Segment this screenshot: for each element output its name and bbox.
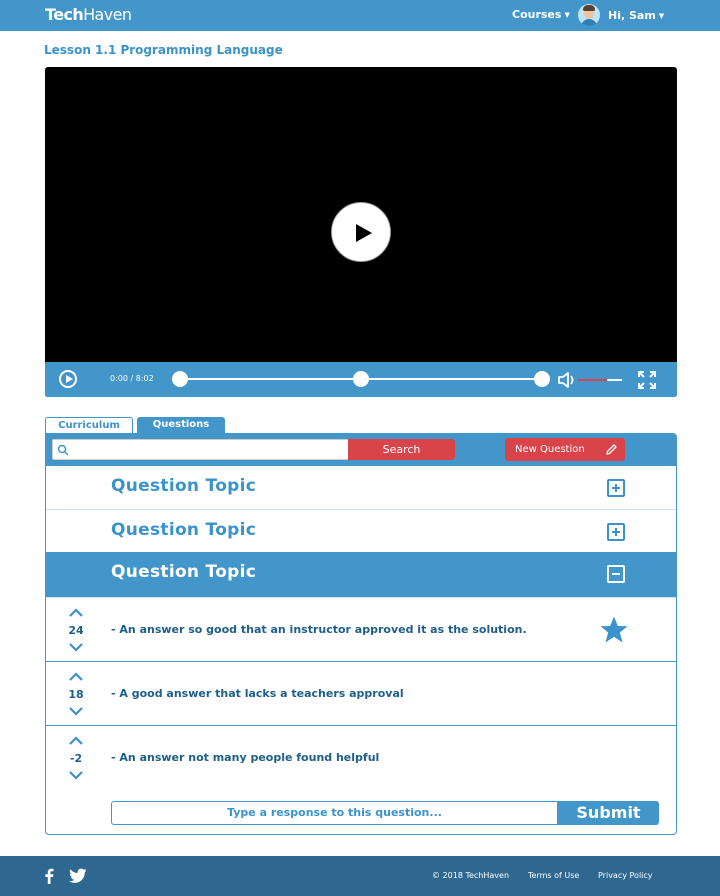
- logo[interactable]: TechHaven: [45, 5, 132, 24]
- topic-title: Question Topic: [111, 562, 257, 582]
- questions-panel: Search New Question Question Topic Quest…: [45, 433, 677, 835]
- fullscreen-icon[interactable]: [637, 370, 657, 390]
- facebook-icon[interactable]: [44, 868, 54, 884]
- logo-light: Haven: [83, 5, 132, 24]
- top-navbar: TechHaven Courses ▼ Hi, Sam ▼: [0, 0, 720, 31]
- buffer-marker: [353, 371, 369, 387]
- upvote-icon[interactable]: [69, 736, 83, 746]
- volume-level: [578, 379, 607, 381]
- plus-icon[interactable]: [607, 523, 625, 541]
- vote-count: 24: [68, 624, 84, 637]
- play-button[interactable]: [59, 370, 77, 388]
- big-play-button[interactable]: [331, 202, 391, 262]
- chevron-down-icon: ▼: [658, 12, 665, 20]
- privacy-link[interactable]: Privacy Policy: [598, 871, 653, 880]
- downvote-icon[interactable]: [69, 770, 83, 780]
- time-display: 0:00 / 8:02: [110, 374, 154, 383]
- logo-bold: Tech: [45, 5, 84, 24]
- upvote-icon[interactable]: [69, 672, 83, 682]
- greeting: Hi, Sam: [608, 9, 656, 22]
- plus-icon[interactable]: [607, 479, 625, 497]
- search-button[interactable]: Search: [348, 439, 455, 460]
- courses-label: Courses: [512, 8, 562, 21]
- video-controls: 0:00 / 8:02: [45, 362, 677, 397]
- vote-count: -2: [69, 752, 83, 765]
- question-topic[interactable]: Question Topic: [46, 466, 676, 510]
- answer-row: 24 - An answer so good that an instructo…: [46, 598, 676, 662]
- reply-input[interactable]: Type a response to this question...: [111, 801, 558, 825]
- topic-title: Question Topic: [111, 520, 257, 540]
- vote-control: 18: [64, 672, 88, 716]
- tab-curriculum[interactable]: Curriculum: [45, 417, 133, 433]
- play-icon: [66, 375, 73, 383]
- volume-slider[interactable]: [578, 379, 622, 381]
- downvote-icon[interactable]: [69, 642, 83, 652]
- footer: © 2018 TechHaven Terms of Use Privacy Po…: [0, 856, 720, 896]
- downvote-icon[interactable]: [69, 706, 83, 716]
- new-question-label: New Question: [515, 444, 585, 455]
- copyright: © 2018 TechHaven: [432, 871, 510, 880]
- vote-count: 18: [68, 688, 84, 701]
- topic-title: Question Topic: [111, 476, 257, 496]
- avatar[interactable]: [578, 4, 600, 26]
- seek-bar[interactable]: [172, 371, 550, 387]
- search-icon: [57, 444, 69, 456]
- lesson-title: Lesson 1.1 Programming Language: [44, 43, 283, 57]
- question-topic[interactable]: Question Topic: [46, 510, 676, 554]
- answer-row: 18 - A good answer that lacks a teachers…: [46, 662, 676, 726]
- volume-icon[interactable]: [557, 371, 577, 389]
- courses-menu[interactable]: Courses ▼: [512, 8, 570, 21]
- chevron-down-icon: ▼: [564, 11, 570, 19]
- answer-text: - A good answer that lacks a teachers ap…: [111, 687, 404, 700]
- question-topic-expanded[interactable]: Question Topic: [46, 552, 676, 598]
- play-icon: [356, 224, 372, 242]
- vote-control: 24: [64, 608, 88, 652]
- search-bar: Search New Question: [46, 434, 676, 466]
- search-input[interactable]: [52, 439, 349, 460]
- pencil-icon: [606, 444, 617, 455]
- twitter-icon[interactable]: [69, 868, 87, 884]
- answer-row: -2 - An answer not many people found hel…: [46, 726, 676, 790]
- vote-control: -2: [64, 736, 88, 780]
- answer-text: - An answer not many people found helpfu…: [111, 751, 380, 764]
- seek-handle[interactable]: [172, 371, 188, 387]
- upvote-icon[interactable]: [69, 608, 83, 618]
- star-icon: [600, 616, 628, 643]
- seek-end-marker: [534, 371, 550, 387]
- terms-link[interactable]: Terms of Use: [528, 871, 579, 880]
- new-question-button[interactable]: New Question: [505, 438, 625, 461]
- video-player[interactable]: 0:00 / 8:02: [45, 67, 677, 397]
- tab-questions[interactable]: Questions: [137, 417, 225, 433]
- minus-icon[interactable]: [607, 565, 625, 583]
- answer-text: - An answer so good that an instructor a…: [111, 623, 527, 636]
- user-menu[interactable]: Hi, Sam ▼: [608, 9, 664, 22]
- submit-button[interactable]: Submit: [558, 801, 659, 825]
